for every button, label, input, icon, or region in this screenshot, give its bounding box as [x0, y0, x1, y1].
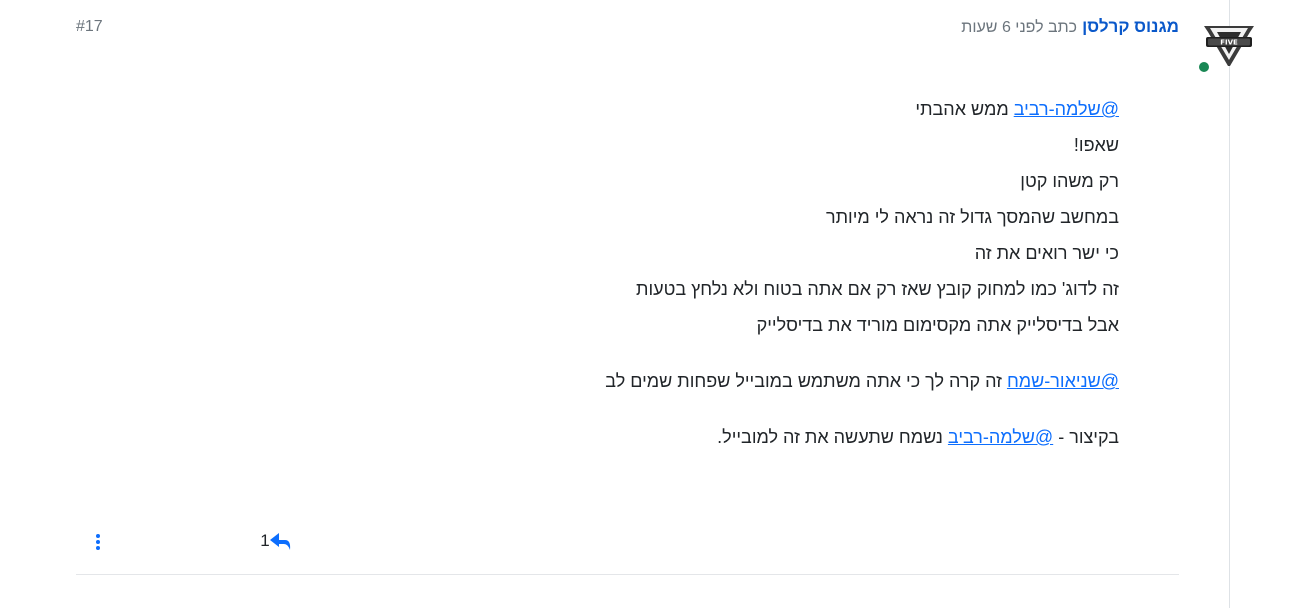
post-content: @שלמה-רביב ממש אהבתי שאפו! רק משהו קטן ב…	[359, 94, 1119, 458]
vertical-dots-icon	[96, 534, 100, 550]
line-text: אבל בדיסלייק אתה מקסימום מוריד את בדיסלי…	[756, 315, 1119, 335]
post-toolbar: 1	[76, 526, 1179, 556]
mention-link[interactable]: @שלמה-רביב	[1014, 99, 1119, 119]
line-text: נשמח שתעשה את זה למובייל.	[717, 427, 948, 447]
mention-link[interactable]: @שלמה-רביב	[948, 427, 1053, 447]
content-line: זה לדוג' כמו למחוק קובץ שאז רק אם אתה בט…	[359, 274, 1119, 310]
content-line: בקיצור - @שלמה-רביב נשמח שתעשה את זה למו…	[359, 422, 1119, 458]
content-line: @שלמה-רביב ממש אהבתי	[359, 94, 1119, 130]
post-index-link[interactable]: #17	[76, 15, 103, 39]
line-text: כי ישר רואים את זה	[974, 243, 1119, 263]
content-line: רק משהו קטן	[359, 166, 1119, 202]
mention-link[interactable]: @שניאור-שמח	[1007, 371, 1119, 391]
post-timestamp[interactable]: כתב לפני 6 שעות	[961, 19, 1077, 36]
content-line: אבל בדיסלייק אתה מקסימום מוריד את בדיסלי…	[359, 310, 1119, 346]
reply-arrow-icon	[270, 533, 291, 550]
author-link[interactable]: מגנוס קרלסן	[1082, 17, 1179, 36]
line-text: רק משהו קטן	[1020, 171, 1119, 191]
line-text: זה לדוג' כמו למחוק קובץ שאז רק אם אתה בט…	[636, 279, 1119, 299]
online-status-indicator	[1197, 60, 1211, 74]
reply-button[interactable]	[266, 527, 296, 555]
line-text: שאפו!	[1073, 135, 1119, 155]
line-text: זה קרה לך כי אתה משתמש במובייל שפחות שמי…	[605, 371, 1007, 391]
content-line: כי ישר רואים את זה	[359, 238, 1119, 274]
content-line: שאפו!	[359, 130, 1119, 166]
svg-text:FIVE: FIVE	[1220, 39, 1238, 47]
post-divider	[76, 574, 1179, 575]
content-line: @שניאור-שמח זה קרה לך כי אתה משתמש במובי…	[359, 366, 1119, 402]
post-header: מגנוס קרלסן כתב לפני 6 שעות	[961, 15, 1179, 39]
line-text: ממש אהבתי	[915, 99, 1014, 119]
content-line: במחשב שהמסך גדול זה נראה לי מיותר	[359, 202, 1119, 238]
forum-post: FIVE מגנוס קרלסן כתב לפני 6 שעות #17 @של…	[0, 0, 1297, 608]
post-menu-button[interactable]	[90, 529, 106, 553]
line-text: בקיצור -	[1053, 427, 1119, 447]
line-text: במחשב שהמסך גדול זה נראה לי מיותר	[825, 207, 1119, 227]
